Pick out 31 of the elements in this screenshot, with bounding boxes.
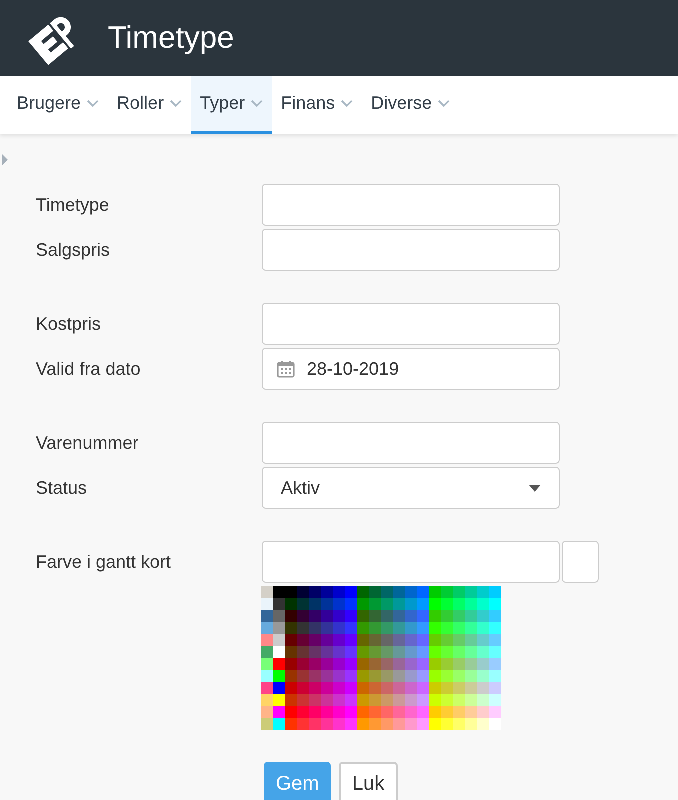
nav-tab[interactable]: Brugere — [8, 76, 108, 134]
chevron-icon — [170, 100, 182, 108]
nav-tab[interactable]: Finans — [272, 76, 362, 134]
field-label: Timetype — [36, 194, 110, 216]
date-field[interactable]: 28-10-2019 — [262, 348, 560, 390]
field-label: Farve i gantt kort — [36, 552, 172, 572]
input-field[interactable] — [262, 422, 560, 464]
nav-tab[interactable]: Typer — [191, 76, 272, 134]
action-button[interactable]: Luk — [339, 762, 398, 800]
color-palette[interactable] — [261, 586, 501, 730]
page-title: Timetype — [108, 20, 234, 56]
chevron-icon — [438, 100, 450, 108]
field-label: Valid fra dato — [36, 358, 142, 380]
calendar-icon — [277, 360, 295, 378]
field-label: Varenummer — [36, 432, 140, 454]
color-swatch[interactable] — [562, 541, 599, 583]
chevron-icon — [87, 100, 100, 108]
input-field[interactable] — [262, 184, 560, 226]
nav-tab[interactable]: Diverse — [362, 76, 460, 134]
nav-tab[interactable]: Roller — [108, 76, 192, 134]
chevron-icon — [251, 100, 264, 108]
status-select[interactable]: Aktiv — [262, 467, 560, 509]
field-label: Salgspris — [36, 240, 112, 260]
input-field[interactable] — [262, 303, 560, 345]
expand-arrow-icon[interactable] — [2, 154, 8, 166]
input-field[interactable] — [262, 229, 560, 271]
field-label: Status — [36, 478, 88, 498]
color-field[interactable] — [262, 541, 560, 583]
field-label: Kostpris — [36, 314, 102, 334]
chevron-icon — [341, 100, 354, 108]
caret-icon — [529, 484, 541, 492]
